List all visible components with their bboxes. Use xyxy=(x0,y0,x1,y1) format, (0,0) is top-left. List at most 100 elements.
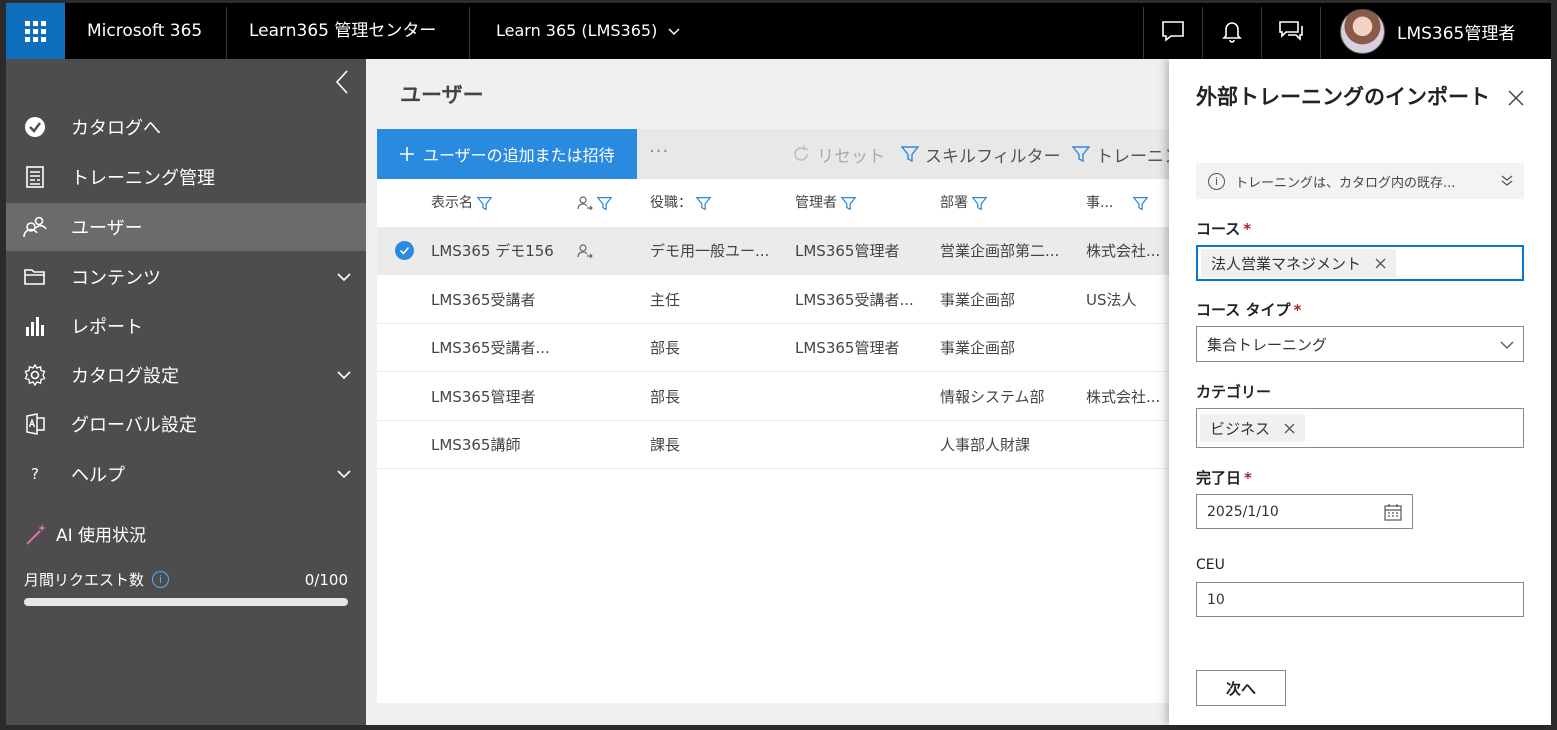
table-row[interactable]: LMS365講師 課長 人事部人財課 xyxy=(377,421,1171,469)
cell-office: 株式会社... xyxy=(1086,387,1161,406)
category-picker[interactable]: ビジネス xyxy=(1196,408,1524,448)
table-row[interactable]: LMS365管理者 部長 情報システム部 株式会社... xyxy=(377,373,1171,421)
global-settings-icon xyxy=(22,411,48,437)
cell-display-name[interactable]: LMS365管理者 xyxy=(431,373,571,421)
brand-title[interactable]: Microsoft 365 xyxy=(87,3,202,59)
sidebar-item-contents[interactable]: コンテンツ xyxy=(6,253,366,301)
sidebar-item-catalog-settings[interactable]: カタログ設定 xyxy=(6,351,366,399)
expand-icon[interactable] xyxy=(1500,173,1514,187)
collapse-nav-button[interactable] xyxy=(330,67,354,97)
help-chat-button[interactable] xyxy=(1262,3,1320,59)
cell-display-name[interactable]: LMS365 デモ156 xyxy=(431,227,571,275)
row-checkmark-icon[interactable] xyxy=(395,241,414,260)
table-row[interactable]: LMS365受講者 主任 LMS365受講者... 事業企画部 US法人 xyxy=(377,276,1171,324)
course-type-value: 集合トレーニング xyxy=(1207,335,1328,354)
label-text: コース xyxy=(1196,220,1241,238)
info-notice[interactable]: i トレーニングは、カタログ内の既存... xyxy=(1196,163,1524,199)
guest-user-icon xyxy=(577,227,593,275)
table-row[interactable]: LMS365 デモ156 デモ用一般ユー... LMS365管理者 営業企画部第二..… xyxy=(377,227,1171,275)
column-header-department[interactable]: 部署 xyxy=(940,179,987,227)
cell-display-name[interactable]: LMS365受講者... xyxy=(431,324,571,372)
sidebar-item-label: ヘルプ xyxy=(71,465,125,486)
bell-icon xyxy=(1222,22,1242,43)
category-tag-label: ビジネス xyxy=(1210,419,1271,438)
reset-button[interactable]: リセット xyxy=(791,129,885,179)
left-navigation: カタログへ トレーニング管理 ユーザー コンテンツ レポート カタログ設定 グロ… xyxy=(6,59,366,725)
chevron-down-icon[interactable] xyxy=(336,269,352,285)
feedback-button[interactable] xyxy=(1144,3,1202,59)
cell-display-name[interactable]: LMS365講師 xyxy=(431,421,571,469)
chevron-down-icon[interactable] xyxy=(336,466,352,482)
sidebar-item-reports[interactable]: レポート xyxy=(6,302,366,350)
more-options-button[interactable]: ··· xyxy=(649,141,669,162)
sidebar-item-label: トレーニング管理 xyxy=(71,168,215,189)
panel-title: 外部トレーニングのインポート xyxy=(1196,85,1490,109)
calendar-icon[interactable] xyxy=(1384,503,1402,521)
training-filter-button[interactable]: トレーニン xyxy=(1072,129,1181,179)
label-text: コース タイプ xyxy=(1196,301,1291,319)
divider xyxy=(469,7,470,59)
filter-icon[interactable] xyxy=(597,196,612,211)
course-type-dropdown[interactable]: 集合トレーニング xyxy=(1196,326,1524,362)
account-menu[interactable]: LMS365管理者 xyxy=(1340,3,1515,59)
info-icon[interactable]: i xyxy=(152,571,170,588)
ai-usage-title: AI 使用状況 xyxy=(24,521,146,546)
sidebar-item-training[interactable]: トレーニング管理 xyxy=(6,153,366,201)
cell-office: US法人 xyxy=(1086,290,1137,309)
sidebar-item-help[interactable]: ? ヘルプ xyxy=(6,450,366,498)
add-user-button[interactable]: ユーザーの追加または招待 xyxy=(377,129,637,179)
filter-icon[interactable] xyxy=(696,196,711,211)
ceu-input[interactable]: 10 xyxy=(1196,582,1524,617)
column-header-job-title[interactable]: 役職： xyxy=(650,179,711,227)
label-text: 完了日 xyxy=(1196,469,1242,487)
cell-office: 株式会社... xyxy=(1086,242,1161,260)
remove-tag-icon[interactable] xyxy=(1375,258,1386,269)
label-text: CEU xyxy=(1196,557,1225,573)
sidebar-item-label: コンテンツ xyxy=(71,268,161,289)
sidebar-item-users[interactable]: ユーザー xyxy=(6,203,366,251)
skill-filter-button[interactable]: スキルフィルター xyxy=(901,129,1061,179)
monthly-requests-label: 月間リクエスト数 xyxy=(24,571,145,589)
gear-icon xyxy=(22,362,48,388)
window-edge xyxy=(1551,0,1557,730)
remove-tag-icon[interactable] xyxy=(1284,423,1295,434)
filter-icon[interactable] xyxy=(972,196,987,211)
cell-display-name[interactable]: LMS365受講者 xyxy=(431,276,571,324)
table-row[interactable]: LMS365受講者... 部長 LMS365管理者 事業企画部 xyxy=(377,324,1171,372)
close-icon[interactable] xyxy=(1507,89,1525,107)
ai-usage-label: AI 使用状況 xyxy=(56,526,147,546)
column-label: 表示名 xyxy=(431,195,473,211)
filter-icon[interactable] xyxy=(477,196,492,211)
sidebar-item-label: グローバル設定 xyxy=(71,415,197,436)
tenant-label: Learn 365 (LMS365) xyxy=(496,21,658,40)
cell-manager: LMS365管理者 xyxy=(795,242,900,260)
chevron-down-icon xyxy=(668,28,680,36)
column-header-office[interactable]: 事... xyxy=(1086,179,1171,227)
sidebar-item-global-settings[interactable]: グローバル設定 xyxy=(6,400,366,448)
label-text: カテゴリー xyxy=(1196,383,1272,401)
cell-office xyxy=(1086,324,1171,372)
completion-date-value: 2025/1/10 xyxy=(1207,503,1279,520)
column-header-manager[interactable]: 管理者 xyxy=(795,179,856,227)
cell-department: 営業企画部第二... xyxy=(940,242,1060,260)
next-button[interactable]: 次へ xyxy=(1196,670,1286,706)
column-label: 事... xyxy=(1086,195,1114,211)
tenant-switcher[interactable]: Learn 365 (LMS365) xyxy=(496,3,681,59)
divider xyxy=(226,7,227,59)
column-header-display-name[interactable]: 表示名 xyxy=(431,179,492,227)
notifications-button[interactable] xyxy=(1203,3,1261,59)
completion-date-field[interactable]: 2025/1/10 xyxy=(1196,494,1413,529)
chevron-down-icon[interactable] xyxy=(336,367,352,383)
folder-icon xyxy=(22,264,48,290)
app-launcher-button[interactable] xyxy=(6,3,65,59)
cell-job-title: 部長 xyxy=(650,339,681,357)
sidebar-item-catalog[interactable]: カタログへ xyxy=(6,103,366,151)
column-label: 管理者 xyxy=(795,195,837,211)
course-tag: 法人営業マネジメント xyxy=(1201,249,1397,277)
conversation-icon xyxy=(1279,21,1303,41)
column-header-user-type[interactable] xyxy=(577,179,612,227)
admin-center-title[interactable]: Learn365 管理センター xyxy=(249,3,436,59)
course-picker[interactable]: 法人営業マネジメント xyxy=(1196,245,1524,281)
filter-icon[interactable] xyxy=(1133,196,1149,211)
filter-icon[interactable] xyxy=(841,196,856,211)
